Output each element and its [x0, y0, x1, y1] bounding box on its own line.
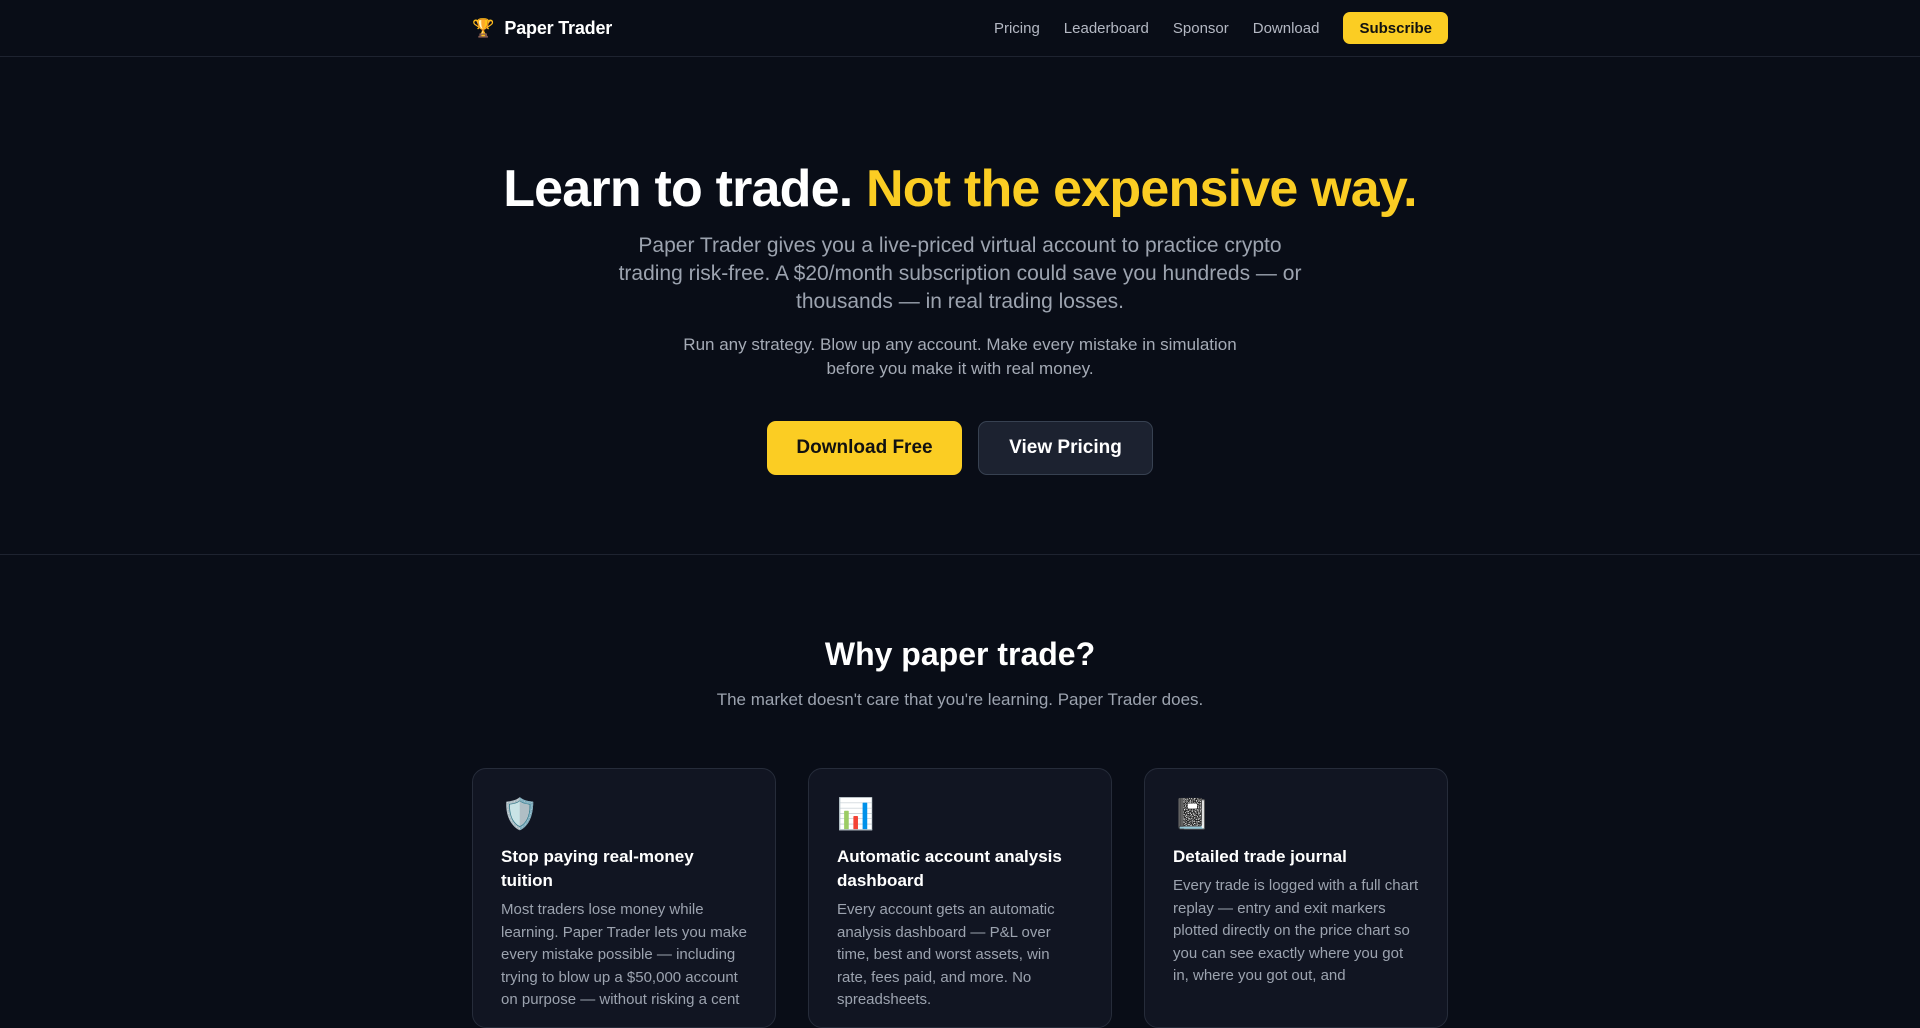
- nav-links: Pricing Leaderboard Sponsor Download Sub…: [970, 12, 1448, 44]
- subscribe-button[interactable]: Subscribe: [1343, 12, 1448, 44]
- brand-name: Paper Trader: [504, 17, 613, 38]
- feature-card-title: Stop paying real-money tuition: [501, 847, 694, 890]
- bar-chart-icon: 📊: [837, 798, 875, 831]
- view-pricing-button[interactable]: View Pricing: [978, 421, 1153, 475]
- hero-title-accent: Not the expensive way.: [866, 160, 1418, 218]
- nav-link-leaderboard[interactable]: Leaderboard: [1064, 20, 1149, 37]
- feature-card-title: Automatic account analysis dashboard: [837, 847, 1062, 890]
- hero-subtext: Run any strategy. Blow up any account. M…: [683, 335, 1237, 378]
- feature-card-body: Most traders lose money while learning. …: [501, 901, 747, 1008]
- hero-section: Learn to trade. Not the expensive way. P…: [0, 57, 1920, 555]
- feature-card: 📓 Detailed trade journal Every trade is …: [1144, 768, 1448, 1028]
- feature-card-title: Detailed trade journal: [1173, 847, 1347, 866]
- feature-card: 📊 Automatic account analysis dashboard E…: [808, 768, 1112, 1028]
- nav-link-sponsor[interactable]: Sponsor: [1173, 20, 1229, 37]
- download-free-button[interactable]: Download Free: [767, 421, 962, 475]
- feature-card-body: Every trade is logged with a full chart …: [1173, 877, 1419, 984]
- why-section-title: Why paper trade?: [824, 636, 1096, 672]
- feature-card: 🛡️ Stop paying real-money tuition Most t…: [472, 768, 776, 1028]
- trophy-icon: 🏆: [472, 18, 495, 38]
- top-nav: 🏆 Paper Trader Pricing Leaderboard Spons…: [0, 0, 1920, 57]
- hero-cta-row: Download Free View Pricing: [0, 421, 1920, 475]
- why-section-subtitle: The market doesn't care that you're lear…: [716, 690, 1204, 709]
- hero-lead: Paper Trader gives you a live-priced vir…: [618, 234, 1302, 313]
- shield-icon: 🛡️: [501, 798, 539, 831]
- notebook-icon: 📓: [1173, 798, 1211, 831]
- nav-inner: 🏆 Paper Trader Pricing Leaderboard Spons…: [472, 0, 1448, 56]
- nav-link-pricing[interactable]: Pricing: [994, 20, 1040, 37]
- hero-title-main: Learn to trade.: [503, 160, 853, 218]
- brand-logo[interactable]: 🏆 Paper Trader: [472, 18, 612, 39]
- hero-title: Learn to trade. Not the expensive way.: [0, 154, 1920, 224]
- nav-link-download[interactable]: Download: [1253, 20, 1320, 37]
- feature-cards: 🛡️ Stop paying real-money tuition Most t…: [472, 768, 1448, 1028]
- feature-card-body: Every account gets an automatic analysis…: [837, 901, 1055, 1008]
